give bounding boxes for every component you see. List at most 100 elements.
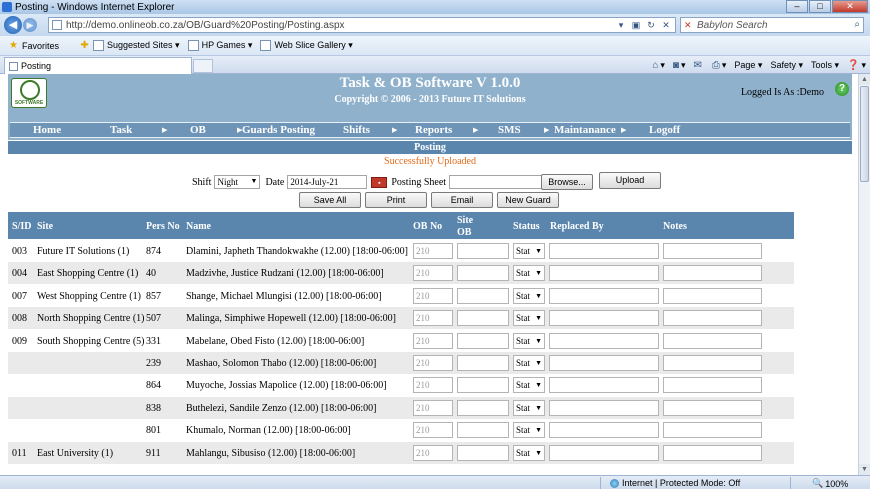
compatibility-icon[interactable]: ▣ [629, 19, 643, 31]
site-ob-input[interactable] [457, 310, 509, 327]
tools-menu[interactable]: Tools ▾ [811, 60, 839, 71]
back-button[interactable]: ◀ [4, 16, 22, 34]
site-ob-input[interactable] [457, 399, 509, 416]
ob-no-input[interactable]: 210 [413, 422, 453, 439]
status-select[interactable]: Stat ▼ [513, 265, 545, 282]
security-zone[interactable]: Internet | Protected Mode: Off [610, 478, 740, 488]
status-select[interactable]: Stat ▼ [513, 243, 545, 259]
site-ob-input[interactable] [457, 444, 509, 461]
ob-no-input[interactable]: 210 [413, 377, 453, 394]
notes-input[interactable] [663, 243, 762, 259]
forward-button[interactable]: ▶ [23, 18, 37, 32]
status-select[interactable]: Stat ▼ [513, 332, 545, 349]
tab-posting[interactable]: Posting [4, 57, 192, 74]
replaced-by-input[interactable] [549, 422, 659, 439]
hp-games-link[interactable]: HP Games ▾ [187, 40, 252, 51]
upload-button[interactable]: Upload [599, 172, 661, 189]
address-bar[interactable]: http://demo.onlineob.co.za/OB/Guard%20Po… [48, 17, 676, 33]
replaced-by-input[interactable] [549, 355, 659, 371]
favorites-button[interactable]: ★ Favorites [8, 40, 59, 51]
suggested-sites-link[interactable]: ✚ Suggested Sites ▾ [79, 40, 180, 51]
notes-input[interactable] [663, 422, 762, 439]
stop-icon[interactable]: ✕ [659, 19, 673, 31]
print-icon[interactable]: ⎙ ▾ [712, 60, 727, 71]
menu-task[interactable]: Task [110, 124, 132, 136]
menu-reports[interactable]: Reports [415, 124, 452, 136]
site-ob-input[interactable] [457, 422, 509, 439]
date-input[interactable]: 2014-July-21 [287, 175, 368, 189]
help-icon[interactable]: ❓ ▾ [847, 60, 866, 71]
menu-sms[interactable]: SMS [498, 124, 521, 136]
dropdown-icon[interactable]: ▾ [614, 19, 628, 31]
replaced-by-input[interactable] [549, 332, 659, 349]
site-ob-input[interactable] [457, 265, 509, 282]
site-ob-input[interactable] [457, 377, 509, 394]
menu-maintanance[interactable]: Maintanance [554, 124, 616, 136]
ob-no-input[interactable]: 210 [413, 287, 453, 304]
posting-sheet-file-input[interactable] [449, 175, 548, 189]
menu-ob[interactable]: OB [190, 124, 206, 136]
feeds-icon[interactable]: ◙ ▾ [673, 60, 686, 71]
menu-guards-posting[interactable]: Guards Posting [242, 124, 315, 136]
replaced-by-input[interactable] [549, 310, 659, 327]
mail-icon[interactable]: ✉ [693, 60, 703, 71]
scroll-up-icon[interactable]: ▲ [859, 74, 870, 85]
menu-shifts[interactable]: Shifts [343, 124, 370, 136]
shift-select[interactable]: Night ▼ [214, 175, 261, 189]
search-icon[interactable]: ⌕ [854, 19, 860, 30]
notes-input[interactable] [663, 332, 762, 349]
new-tab-button[interactable] [193, 59, 213, 73]
status-select[interactable]: Stat ▼ [513, 422, 545, 439]
status-select[interactable]: Stat ▼ [513, 355, 545, 371]
site-ob-input[interactable] [457, 355, 509, 371]
page-menu[interactable]: Page ▾ [734, 60, 762, 71]
calendar-icon[interactable]: ▪ [371, 176, 388, 188]
status-select[interactable]: Stat ▼ [513, 399, 545, 416]
notes-input[interactable] [663, 287, 762, 304]
site-ob-input[interactable] [457, 243, 509, 259]
web-slice-gallery-link[interactable]: Web Slice Gallery ▾ [260, 40, 353, 51]
replaced-by-input[interactable] [549, 444, 659, 461]
ob-no-input[interactable]: 210 [413, 332, 453, 349]
browse-button[interactable]: Browse... [541, 174, 593, 190]
refresh-icon[interactable]: ↻ [644, 19, 658, 31]
ob-no-input[interactable]: 210 [413, 399, 453, 416]
email-button[interactable]: Email [431, 192, 493, 208]
maximize-button[interactable]: □ [809, 0, 831, 13]
scroll-down-icon[interactable]: ▼ [859, 464, 870, 475]
ob-no-input[interactable]: 210 [413, 355, 453, 371]
scroll-thumb[interactable] [860, 86, 869, 182]
replaced-by-input[interactable] [549, 287, 659, 304]
notes-input[interactable] [663, 377, 762, 394]
zoom-level[interactable]: 🔍 100% [812, 478, 848, 489]
notes-input[interactable] [663, 355, 762, 371]
notes-input[interactable] [663, 444, 762, 461]
print-button[interactable]: Print [365, 192, 427, 208]
menu-logoff[interactable]: Logoff [649, 124, 680, 136]
ob-no-input[interactable]: 210 [413, 265, 453, 282]
notes-input[interactable] [663, 265, 762, 282]
replaced-by-input[interactable] [549, 243, 659, 259]
minimize-button[interactable]: – [786, 0, 808, 13]
ob-no-input[interactable]: 210 [413, 444, 453, 461]
menu-home[interactable]: Home [33, 124, 61, 136]
close-button[interactable]: ✕ [832, 0, 868, 13]
status-select[interactable]: Stat ▼ [513, 310, 545, 327]
site-ob-input[interactable] [457, 287, 509, 304]
safety-menu[interactable]: Safety ▾ [770, 60, 803, 71]
home-icon[interactable]: ⌂ ▾ [652, 60, 665, 71]
replaced-by-input[interactable] [549, 265, 659, 282]
notes-input[interactable] [663, 310, 762, 327]
status-select[interactable]: Stat ▼ [513, 287, 545, 304]
notes-input[interactable] [663, 399, 762, 416]
ob-no-input[interactable]: 210 [413, 243, 453, 259]
replaced-by-input[interactable] [549, 377, 659, 394]
search-box[interactable]: ✕ Babylon Search ⌕ [680, 17, 864, 33]
replaced-by-input[interactable] [549, 399, 659, 416]
ob-no-input[interactable]: 210 [413, 310, 453, 327]
status-select[interactable]: Stat ▼ [513, 444, 545, 461]
new-guard-button[interactable]: New Guard [497, 192, 559, 208]
save-all-button[interactable]: Save All [299, 192, 361, 208]
status-select[interactable]: Stat ▼ [513, 377, 545, 394]
vertical-scrollbar[interactable]: ▲ ▼ [858, 74, 870, 475]
